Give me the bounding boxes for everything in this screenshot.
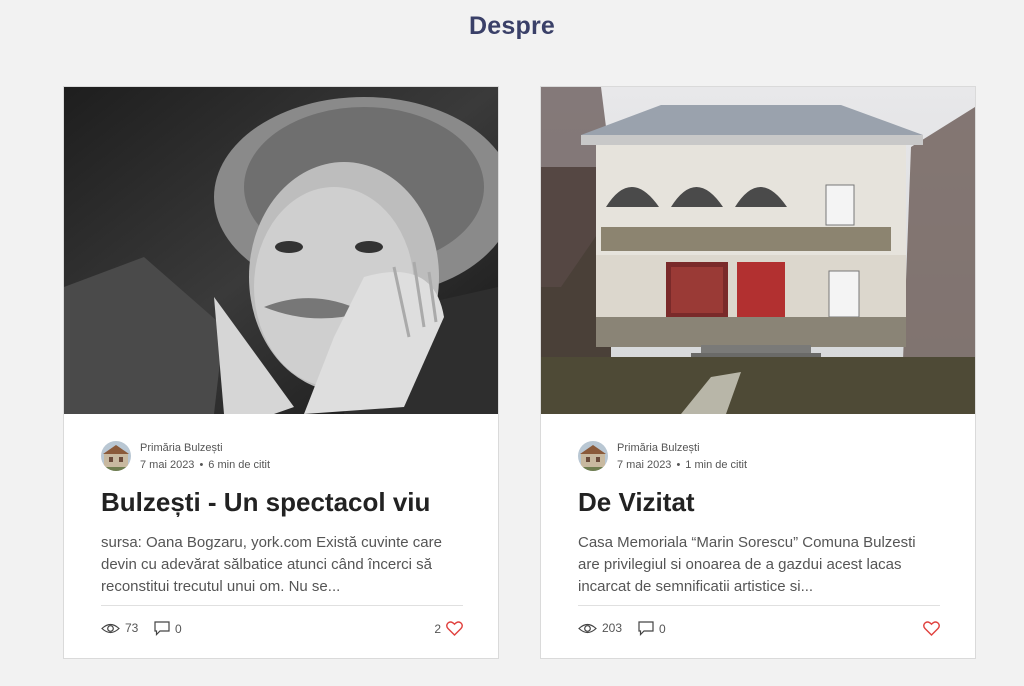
page-title: Despre [469, 12, 555, 40]
blog-post-card[interactable]: Primăria Bulzești 7 mai 2023 • 6 min de ci… [63, 86, 499, 659]
heart-icon[interactable] [923, 621, 940, 636]
comments-stat[interactable]: 0 [638, 621, 666, 636]
read-time: 1 min de citit [685, 459, 748, 471]
divider [578, 605, 940, 606]
meta-separator: • [676, 459, 681, 471]
read-time: 6 min de citit [208, 459, 271, 471]
post-dateline: 7 mai 2023 • 1 min de citit [617, 459, 747, 471]
post-cover-image[interactable] [541, 87, 975, 414]
likes-stat[interactable]: 2 [434, 621, 463, 636]
likes-count: 2 [434, 621, 441, 636]
post-stats: 73 0 2 [101, 621, 463, 641]
post-excerpt[interactable]: sursa: Oana Bogzaru, york.com Există cuv… [101, 532, 461, 598]
views-stat: 203 [578, 621, 622, 635]
post-excerpt[interactable]: Casa Memoriala “Marin Sorescu” Comuna Bu… [578, 532, 938, 598]
author-name[interactable]: Primăria Bulzești [140, 442, 223, 454]
eye-icon [101, 623, 120, 633]
post-date: 7 mai 2023 [140, 459, 195, 471]
blog-post-card[interactable]: Primăria Bulzești 7 mai 2023 • 1 min de ci… [540, 86, 976, 659]
comments-count: 0 [659, 621, 666, 636]
post-cover-image[interactable] [64, 87, 498, 414]
post-date: 7 mai 2023 [617, 459, 672, 471]
comment-icon [154, 621, 170, 636]
likes-stat[interactable] [918, 621, 940, 636]
author-avatar[interactable] [101, 441, 131, 471]
comments-count: 0 [175, 621, 182, 636]
post-title[interactable]: Bulzești - Un spectacol viu [101, 487, 471, 518]
post-stats: 203 0 [578, 621, 940, 641]
post-title[interactable]: De Vizitat [578, 487, 948, 518]
heart-icon[interactable] [446, 621, 463, 636]
author-avatar[interactable] [578, 441, 608, 471]
views-count: 203 [602, 621, 623, 635]
post-dateline: 7 mai 2023 • 6 min de citit [140, 459, 270, 471]
divider [101, 605, 463, 606]
meta-separator: • [199, 459, 204, 471]
views-count: 73 [125, 621, 139, 635]
eye-icon [578, 623, 597, 633]
comment-icon [638, 621, 654, 636]
views-stat: 73 [101, 621, 138, 635]
author-name[interactable]: Primăria Bulzești [617, 442, 700, 454]
comments-stat[interactable]: 0 [154, 621, 182, 636]
